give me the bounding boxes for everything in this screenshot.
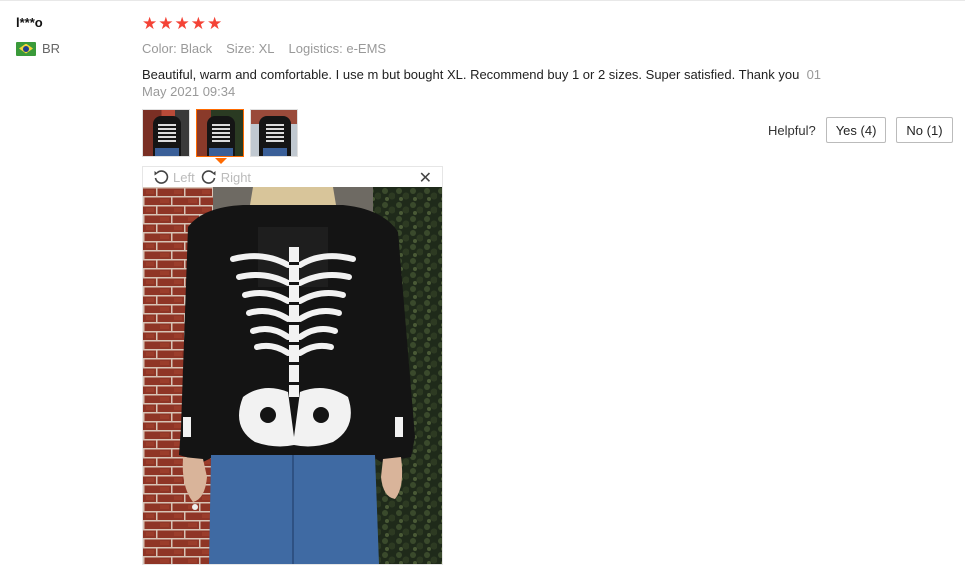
star-icon: ★ (142, 14, 158, 33)
logistics-key: Logistics: (288, 41, 343, 56)
helpful-yes-button[interactable]: Yes (4) (825, 117, 887, 143)
rotate-right-icon (201, 170, 216, 184)
size-key: Size: (226, 41, 256, 56)
brazil-flag-icon (16, 41, 36, 56)
size-value: XL (258, 41, 275, 56)
review-photo (143, 187, 442, 564)
helpful-no-button[interactable]: No (1) (896, 117, 953, 143)
review-thumbnail[interactable] (250, 109, 298, 157)
review-thumbnail[interactable] (142, 109, 190, 157)
reviewer-name: l***o (16, 15, 43, 30)
reviewer-country: BR (16, 41, 60, 56)
image-viewer: Left Right ✕ (142, 166, 443, 565)
color-value: Black (180, 41, 213, 56)
review-thumbnail-active[interactable] (196, 109, 244, 157)
helpful-votes: Helpful? Yes (4) No (1) (768, 117, 953, 143)
viewer-toolbar: Left Right ✕ (143, 167, 442, 187)
rotate-right-label: Right (220, 169, 252, 185)
rotate-right-button[interactable]: Right (201, 169, 251, 185)
country-code: BR (42, 41, 61, 56)
order-attributes: Color: Black Size: XL Logistics: e-EMS (142, 41, 386, 56)
star-icon: ★ (158, 14, 174, 33)
close-viewer-icon[interactable]: ✕ (419, 168, 432, 188)
rotate-left-icon (154, 170, 169, 184)
rating-stars: ★ ★ ★ ★ ★ (142, 14, 222, 34)
rotate-left-button[interactable]: Left (153, 169, 195, 185)
review-text: Beautiful, warm and comfortable. I use m… (142, 67, 800, 82)
review-date-line2: May 2021 09:34 (142, 84, 236, 99)
star-icon: ★ (207, 14, 223, 33)
rotate-left-label: Left (173, 169, 195, 185)
logistics-value: e-EMS (346, 41, 387, 56)
skeleton-hoodie-photo (143, 187, 442, 564)
star-icon: ★ (190, 14, 206, 33)
color-key: Color: (142, 41, 177, 56)
review-thumbnails (142, 109, 298, 157)
star-icon: ★ (174, 14, 190, 33)
top-divider (0, 0, 965, 1)
review-date: 01 (806, 67, 822, 82)
helpful-label: Helpful? (768, 122, 816, 138)
active-thumbnail-caret (215, 158, 227, 164)
review-body: Beautiful, warm and comfortable. I use m… (142, 66, 862, 100)
